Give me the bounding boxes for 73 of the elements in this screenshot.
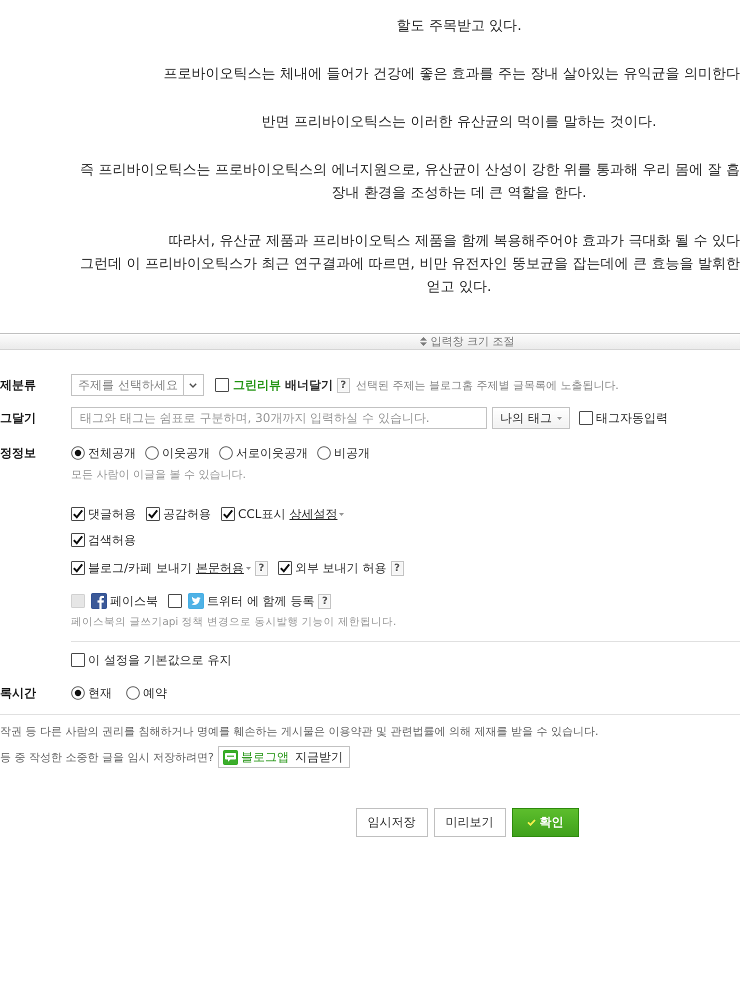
facebook-logo-icon xyxy=(91,593,107,609)
checkbox[interactable] xyxy=(71,653,85,667)
action-button[interactable]: 미리보기 xyxy=(434,808,506,837)
option-label[interactable]: 전체공개 xyxy=(88,444,136,462)
text-line: 그런데 이 프리바이오틱스가 최근 연구결과에 따르면, 비만 유전자인 뚱보균을 잡는데에 큰 효능을 발휘한 xyxy=(80,255,740,274)
app-download-button[interactable]: 블로그앱 지금받기 xyxy=(218,746,350,768)
radio-button[interactable] xyxy=(317,446,331,460)
radio-button[interactable] xyxy=(126,686,140,700)
text-line: 장내 환경을 조성하는 데 큰 역할을 한다. xyxy=(331,184,587,203)
caret-icon xyxy=(246,566,251,570)
chevron-down-icon xyxy=(189,382,198,388)
checkbox[interactable] xyxy=(71,507,85,521)
hint-text: 모든 사람이 이글을 볼 수 있습니다. xyxy=(71,468,246,481)
brand-label: 그린리뷰 xyxy=(232,376,281,394)
text-line: 얻고 있다. xyxy=(426,278,492,297)
text-line: 프로바이오틱스는 체내에 들어가 건강에 좋은 효과를 주는 장내 살아있는 유익균을 의미한다 xyxy=(163,65,740,84)
text-line: 즉 프리바이오틱스는 프로바이오틱스의 에너지원으로, 유산균이 산성이 강한 위를 통과해 우리 몸에 잘 흡 xyxy=(80,161,740,180)
radio-button[interactable] xyxy=(145,446,159,460)
option-label[interactable]: 외부 보내기 허용 xyxy=(294,560,386,576)
radio-button[interactable] xyxy=(71,446,85,460)
radio-button[interactable] xyxy=(219,446,233,460)
bird-logo-icon xyxy=(188,593,204,609)
settings-link[interactable]: 본문허용 xyxy=(196,560,244,576)
option-label[interactable]: 공감허용 xyxy=(163,506,211,522)
checkbox[interactable] xyxy=(168,594,182,608)
checkbox[interactable] xyxy=(578,411,593,425)
checkbox[interactable] xyxy=(221,507,235,521)
help-button[interactable]: ? xyxy=(336,378,350,392)
help-button[interactable]: ? xyxy=(254,560,268,576)
option-label[interactable]: 비공개 xyxy=(334,444,370,462)
option-label[interactable]: 트위터 에 함께 등록 xyxy=(207,592,314,610)
field-label: 록시간 xyxy=(0,684,37,702)
option-label[interactable]: 태그자동입력 xyxy=(596,410,668,426)
checkbox[interactable] xyxy=(71,533,85,547)
resize-label: 입력창 크기 조절 xyxy=(430,334,514,349)
help-button[interactable]: ? xyxy=(390,560,404,576)
hint-text: 페이스북의 글쓰기api 정책 변경으로 동시발행 기능이 제한됩니다. xyxy=(71,616,396,628)
text-line: 할도 주목받고 있다. xyxy=(396,17,522,36)
check-icon xyxy=(526,819,536,826)
resize-bar[interactable]: 입력창 크기 조절 xyxy=(0,333,740,350)
option-label[interactable]: 이 설정을 기본값으로 유지 xyxy=(88,652,232,668)
checkbox[interactable] xyxy=(214,378,229,392)
action-button[interactable]: 임시저장 xyxy=(356,808,428,837)
text-line: 반면 프리바이오틱스는 이러한 유산균의 먹이를 말하는 것이다. xyxy=(261,113,657,132)
radio-button[interactable] xyxy=(71,686,85,700)
caret-icon xyxy=(556,416,562,420)
hint-text: 선택된 주제는 블로그홈 주제별 글목록에 노출됩니다. xyxy=(356,378,619,392)
notice-text: 작권 등 다른 사람의 권리를 침해하거나 명예를 훼손하는 게시물은 이용약관 및 관련법률에 의해 제재를 받을 수 있습니다. xyxy=(0,725,598,738)
option-label[interactable]: 댓글허용 xyxy=(88,506,136,522)
checkbox[interactable] xyxy=(278,561,292,575)
my-tags-button[interactable]: 나의 태그 xyxy=(492,407,570,429)
option-label[interactable]: 현재 xyxy=(88,684,112,702)
help-button[interactable]: ? xyxy=(318,594,332,608)
settings-link[interactable]: 상세설정 xyxy=(289,506,338,522)
resize-arrows-icon xyxy=(420,337,426,346)
field-label: 정정보 xyxy=(0,444,37,462)
checkbox[interactable] xyxy=(71,561,85,575)
tag-input[interactable]: 태그와 태그는 쉼표로 구분하며, 30개까지 입력하실 수 있습니다. xyxy=(71,407,487,429)
topic-select[interactable]: 주제를 선택하세요 xyxy=(71,374,204,396)
field-label: 그달기 xyxy=(0,410,37,426)
option-label[interactable]: CCL표시 xyxy=(238,506,286,522)
caret-icon xyxy=(339,512,344,516)
field-label: 제분류 xyxy=(0,376,37,394)
promo-text: 등 중 작성한 소중한 글을 임시 저장하려면? xyxy=(0,750,214,764)
option-label[interactable]: 배너달기 xyxy=(284,376,333,394)
option-label[interactable]: 서로이웃공개 xyxy=(236,444,308,462)
option-label[interactable]: 이웃공개 xyxy=(162,444,210,462)
checkbox[interactable] xyxy=(146,507,160,521)
option-label[interactable]: 블로그/카페 보내기 xyxy=(88,560,192,576)
text-line: 따라서, 유산균 제품과 프리바이오틱스 제품을 함께 복용해주어야 효과가 극대화 될 수 있다 xyxy=(168,232,740,251)
option-label[interactable]: 검색허용 xyxy=(88,532,136,548)
option-label[interactable]: 예약 xyxy=(143,684,167,702)
speech-bubble-icon xyxy=(222,750,238,764)
